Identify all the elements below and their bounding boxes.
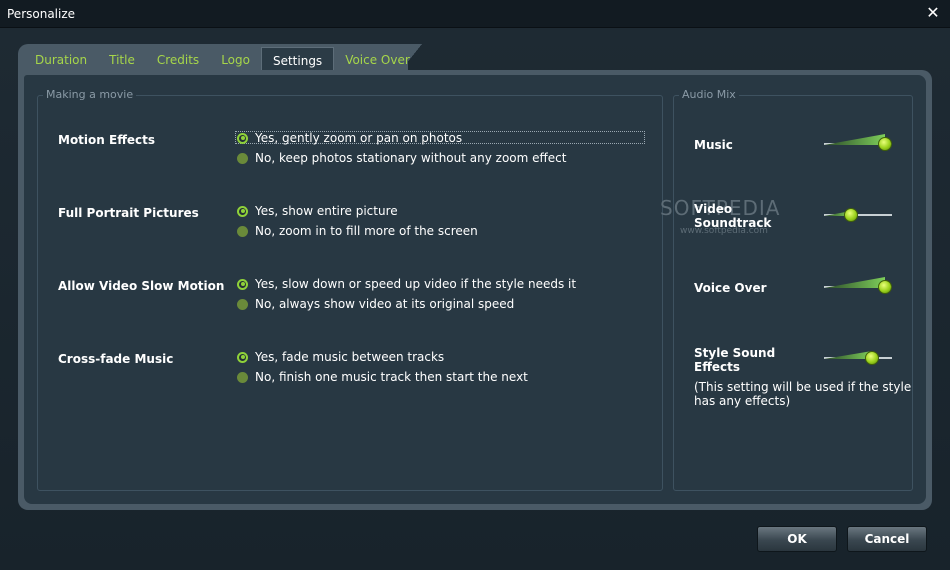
- radio-indicator: [237, 205, 248, 217]
- slider-knob[interactable]: [878, 137, 892, 151]
- slider-knob[interactable]: [844, 208, 858, 222]
- full-portrait-label: Full Portrait Pictures: [58, 206, 199, 220]
- cancel-button[interactable]: Cancel: [847, 526, 927, 552]
- cross-fade-no-radio[interactable]: No, finish one music track then start th…: [237, 370, 528, 384]
- making-movie-legend: Making a movie: [43, 88, 137, 101]
- radio-label: Yes, slow down or speed up video if the …: [255, 277, 577, 291]
- slow-motion-no-radio[interactable]: No, always show video at its original sp…: [237, 297, 514, 311]
- voice-over-slider[interactable]: [824, 276, 894, 296]
- ok-button[interactable]: OK: [757, 526, 837, 552]
- radio-indicator: [237, 132, 248, 144]
- cross-fade-label: Cross-fade Music: [58, 352, 174, 366]
- motion-effects-yes-radio[interactable]: Yes, gently zoom or pan on photos: [237, 131, 462, 145]
- style-effects-note-line1: (This setting will be used if the style: [694, 380, 912, 394]
- full-portrait-yes-radio[interactable]: Yes, show entire picture: [237, 204, 398, 218]
- motion-effects-no-radio[interactable]: No, keep photos stationary without any z…: [237, 151, 566, 165]
- slider-fill: [824, 134, 885, 145]
- radio-label: Yes, show entire picture: [255, 204, 398, 218]
- slider-knob[interactable]: [878, 280, 892, 294]
- title-bar: Personalize ✕: [0, 0, 950, 28]
- slider-fill: [824, 277, 885, 288]
- radio-indicator: [237, 225, 248, 237]
- window-title: Personalize: [7, 7, 76, 21]
- radio-label: No, zoom in to fill more of the screen: [255, 224, 478, 238]
- slow-motion-label: Allow Video Slow Motion: [58, 279, 225, 293]
- audio-mix-legend: Audio Mix: [679, 88, 739, 101]
- radio-indicator: [237, 351, 248, 363]
- slow-motion-yes-radio[interactable]: Yes, slow down or speed up video if the …: [237, 277, 576, 291]
- video-soundtrack-label-line2: Soundtrack: [694, 216, 772, 230]
- motion-effects-label: Motion Effects: [58, 133, 156, 147]
- radio-indicator: [237, 278, 248, 290]
- slider-knob[interactable]: [865, 351, 879, 365]
- radio-label: No, keep photos stationary without any z…: [255, 151, 567, 165]
- radio-indicator: [237, 371, 248, 383]
- radio-label: No, always show video at its original sp…: [255, 297, 515, 311]
- video-soundtrack-label-line1: Video: [694, 202, 733, 216]
- music-label: Music: [694, 138, 733, 152]
- radio-indicator: [237, 152, 248, 164]
- style-effects-label-line1: Style Sound: [694, 346, 776, 360]
- style-effects-note-line2: has any effects): [694, 394, 791, 408]
- radio-label: Yes, fade music between tracks: [255, 350, 445, 364]
- radio-indicator: [237, 298, 248, 310]
- style-effects-slider[interactable]: [824, 347, 894, 367]
- full-portrait-no-radio[interactable]: No, zoom in to fill more of the screen: [237, 224, 478, 238]
- video-soundtrack-slider[interactable]: [824, 204, 894, 224]
- radio-label: No, finish one music track then start th…: [255, 370, 528, 384]
- close-icon[interactable]: ✕: [924, 4, 942, 22]
- voice-over-label: Voice Over: [694, 281, 767, 295]
- style-effects-label-line2: Effects: [694, 360, 741, 374]
- music-slider[interactable]: [824, 133, 894, 153]
- cross-fade-yes-radio[interactable]: Yes, fade music between tracks: [237, 350, 444, 364]
- radio-label: Yes, gently zoom or pan on photos: [255, 131, 463, 145]
